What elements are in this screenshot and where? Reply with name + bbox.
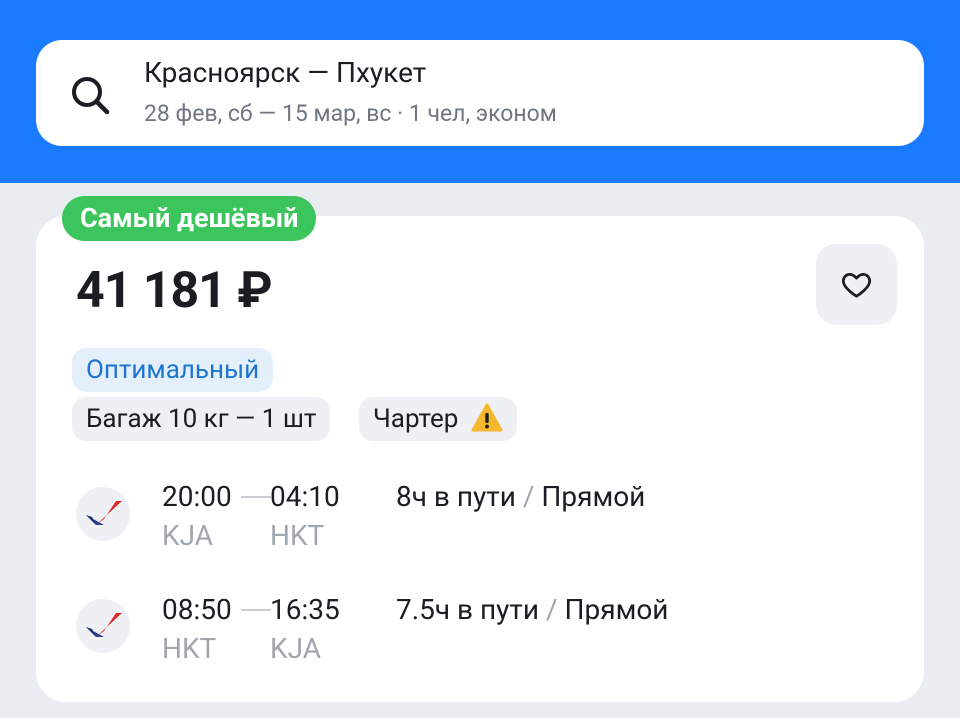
to-airport: KJA	[270, 632, 321, 665]
duration-text: 7.5ч в пути	[396, 593, 540, 626]
airline-logo-icon	[86, 501, 122, 525]
airline-logo	[76, 487, 130, 541]
flight-duration: 7.5ч в пути / Прямой	[396, 593, 668, 626]
duration-separator: /	[545, 593, 558, 626]
optimal-tag: Оптимальный	[72, 348, 274, 392]
charter-tag[interactable]: Чартер	[359, 397, 517, 441]
arrive-time: 16:35	[270, 593, 340, 626]
depart-time: 08:50	[162, 593, 232, 626]
from-airport: HKT	[162, 632, 217, 665]
flight-type: Прямой	[564, 593, 669, 626]
from-airport: KJA	[162, 519, 213, 552]
cheapest-badge: Самый дешёвый	[62, 196, 317, 241]
search-icon[interactable]	[68, 73, 112, 117]
time-divider	[241, 609, 271, 611]
baggage-tag: Багаж 10 кг — 1 шт	[72, 397, 331, 441]
favorite-button[interactable]	[816, 244, 897, 325]
airline-logo-icon	[86, 613, 122, 637]
depart-time: 20:00	[162, 480, 232, 513]
time-divider	[241, 496, 271, 498]
charter-label: Чартер	[373, 404, 459, 434]
search-details: 28 фев, сб — 15 мар, вс · 1 чел, эконом	[144, 100, 557, 127]
warning-icon	[471, 403, 503, 432]
to-airport: HKT	[270, 519, 325, 552]
flight-type: Прямой	[541, 480, 646, 513]
duration-text: 8ч в пути	[396, 480, 516, 513]
route-title: Красноярск — Пхукет	[144, 56, 427, 89]
duration-separator: /	[522, 480, 535, 513]
heart-icon	[842, 272, 871, 298]
airline-logo	[76, 599, 130, 653]
arrive-time: 04:10	[270, 480, 340, 513]
offer-price: 41 181 ₽	[76, 262, 273, 320]
flight-duration: 8ч в пути / Прямой	[396, 480, 645, 513]
